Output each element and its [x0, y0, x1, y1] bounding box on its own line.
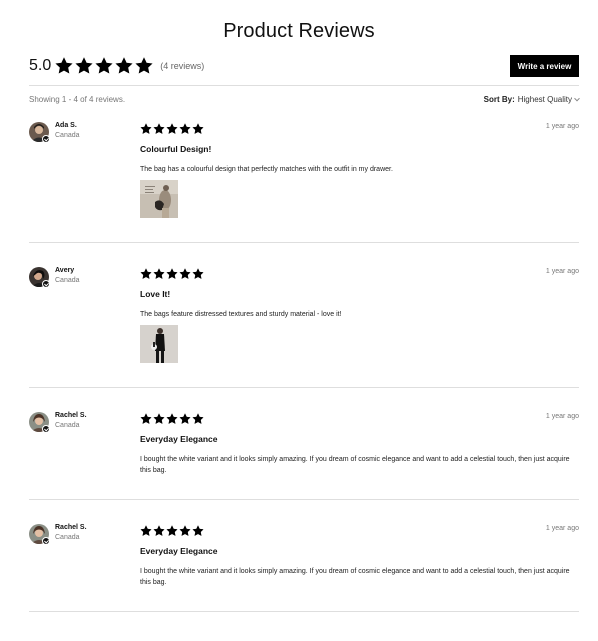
review-item: Rachel S. Canada 1 year ago Everyday Ele… [29, 524, 579, 594]
review-item: Rachel S. Canada 1 year ago Everyday Ele… [29, 412, 579, 482]
review-stars [140, 525, 205, 537]
review-date: 1 year ago [545, 413, 579, 420]
star-filled-icon [166, 123, 178, 135]
sort-label: Sort By: [483, 95, 515, 104]
review-date: 1 year ago [545, 123, 579, 130]
reviewer-name: Rachel S. [55, 524, 87, 531]
showing-count: Showing 1 - 4 of 4 reviews. [29, 95, 126, 104]
reviewer-name: Rachel S. [55, 412, 87, 419]
divider [29, 85, 579, 86]
reviewer: Avery Canada [29, 267, 129, 289]
divider [29, 242, 579, 243]
review-text: I bought the white variant and it looks … [140, 456, 570, 474]
reviewer-name: Avery [55, 267, 75, 274]
review-title: Colourful Design! [140, 144, 212, 154]
chevron-down-icon [574, 95, 580, 101]
review-title: Everyday Elegance [140, 434, 218, 444]
divider [29, 387, 579, 388]
verified-badge-icon [42, 425, 50, 433]
review-text: The bag has a colourful design that perf… [140, 166, 393, 173]
average-score: 5.0 [29, 57, 52, 74]
review-title: Everyday Elegance [140, 546, 218, 556]
divider [29, 611, 579, 612]
divider [29, 499, 579, 500]
star-filled-icon [179, 268, 191, 280]
average-stars [55, 57, 155, 75]
reviewer-name: Ada S. [55, 122, 77, 129]
star-filled-icon [192, 268, 204, 280]
sort-value: Highest Quality [517, 95, 572, 104]
review-title: Love It! [140, 289, 171, 299]
star-filled-icon [179, 123, 191, 135]
star-filled-icon [192, 413, 204, 425]
reviewer: Rachel S. Canada [29, 524, 129, 546]
review-count: (4 reviews) [160, 61, 205, 71]
star-filled-icon [153, 413, 165, 425]
verified-badge-icon [42, 280, 50, 288]
star-filled-icon [166, 268, 178, 280]
page-title: Product Reviews [223, 20, 375, 42]
reviewer-location: Canada [55, 534, 80, 541]
write-review-button[interactable]: Write a review [510, 55, 579, 77]
review-stars [140, 268, 205, 280]
review-text: The bags feature distressed textures and… [140, 311, 342, 318]
reviews-toolbar: Showing 1 - 4 of 4 reviews. Sort By: Hig… [29, 95, 580, 107]
star-filled-icon [192, 123, 204, 135]
verified-badge-icon [42, 537, 50, 545]
star-filled-icon [140, 525, 152, 537]
review-photo[interactable] [140, 180, 178, 218]
review-item: Ada S. Canada 1 year ago Colourful Desig… [29, 122, 579, 222]
review-text: I bought the white variant and it looks … [140, 568, 570, 586]
star-filled-icon [192, 525, 204, 537]
star-filled-icon [166, 413, 178, 425]
review-photo[interactable] [140, 325, 178, 363]
star-filled-icon [153, 268, 165, 280]
star-filled-icon [135, 57, 153, 74]
reviewer: Ada S. Canada [29, 122, 129, 144]
review-date: 1 year ago [545, 268, 579, 275]
verified-badge-icon [42, 135, 50, 143]
star-filled-icon [140, 413, 152, 425]
sort-dropdown[interactable]: Sort By: Highest Quality [483, 95, 580, 104]
star-filled-icon [95, 57, 113, 74]
reviewer: Rachel S. Canada [29, 412, 129, 434]
star-filled-icon [115, 57, 133, 74]
star-filled-icon [179, 413, 191, 425]
review-stars [140, 123, 205, 135]
reviewer-location: Canada [55, 422, 80, 429]
star-filled-icon [140, 268, 152, 280]
review-item: Avery Canada 1 year ago Love It! The bag… [29, 267, 579, 367]
star-filled-icon [55, 57, 73, 74]
star-filled-icon [75, 57, 93, 74]
star-filled-icon [153, 525, 165, 537]
star-filled-icon [153, 123, 165, 135]
star-filled-icon [166, 525, 178, 537]
rating-summary: 5.0 (4 reviews) [29, 56, 204, 76]
review-date: 1 year ago [545, 525, 579, 532]
star-filled-icon [179, 525, 191, 537]
star-filled-icon [140, 123, 152, 135]
reviewer-location: Canada [55, 277, 80, 284]
review-stars [140, 413, 205, 425]
reviewer-location: Canada [55, 132, 80, 139]
